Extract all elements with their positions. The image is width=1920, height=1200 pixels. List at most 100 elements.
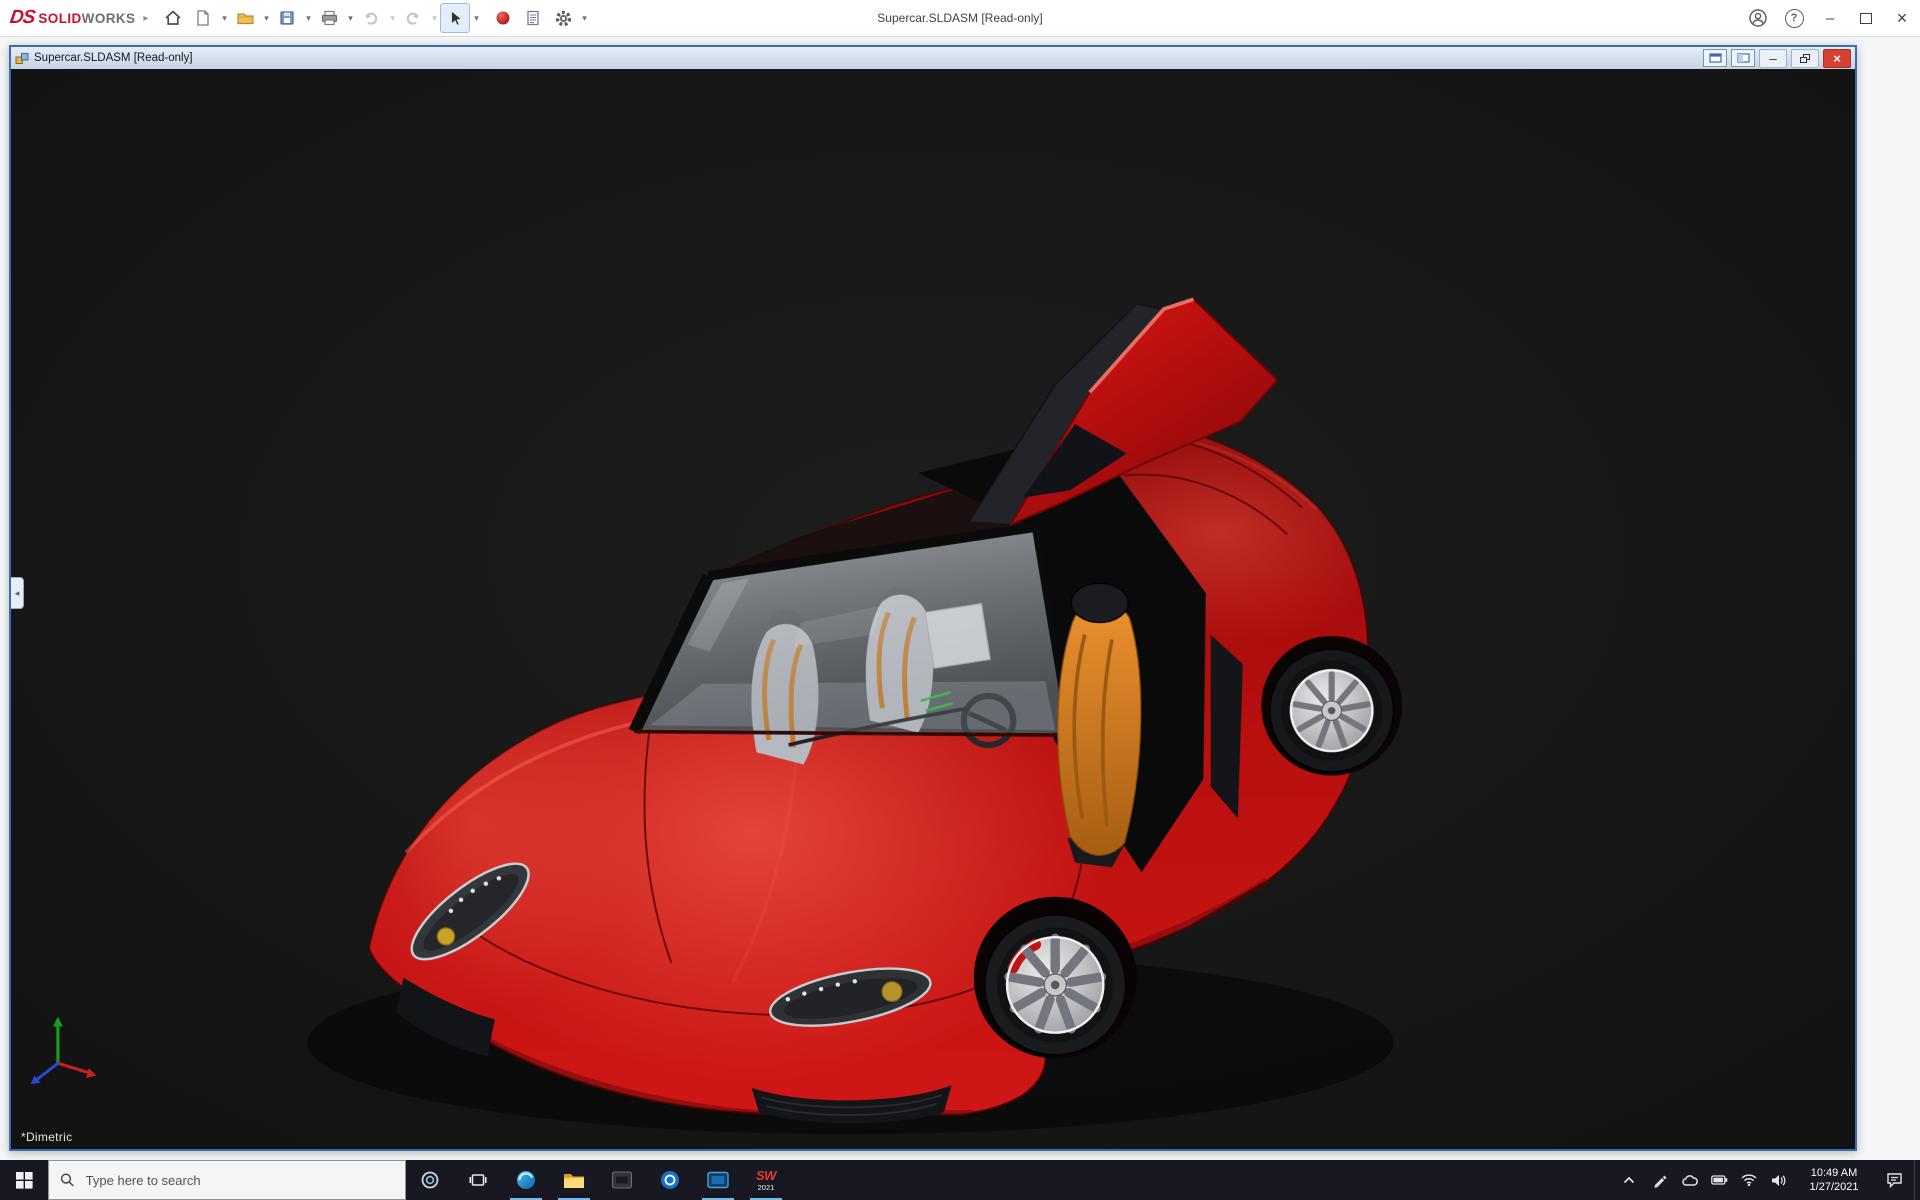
tray-network-button[interactable]	[1734, 1160, 1764, 1200]
window-title: Supercar.SLDASM [Read-only]	[877, 11, 1042, 25]
save-icon	[278, 9, 296, 27]
save-button[interactable]	[272, 3, 302, 33]
minimize-button[interactable]: –	[1812, 0, 1848, 36]
doc-close-button[interactable]: ×	[1823, 49, 1851, 68]
account-icon	[1748, 8, 1768, 28]
front-wheel	[974, 897, 1137, 1059]
blue-screen-app-button[interactable]	[694, 1160, 742, 1200]
red-sphere-button[interactable]	[488, 3, 518, 33]
pane-window-split-icon	[1737, 53, 1750, 63]
print-caret-icon[interactable]: ▾	[344, 13, 356, 24]
select-cursor-icon	[446, 9, 464, 27]
battery-icon	[1711, 1175, 1728, 1185]
tray-pen-button[interactable]	[1644, 1160, 1674, 1200]
cortana-button[interactable]	[406, 1160, 454, 1200]
mdi-area: Supercar.SLDASM [Read-only] – ×	[0, 36, 1920, 1160]
assembly-document-icon	[15, 52, 29, 65]
document-titlebar[interactable]: Supercar.SLDASM [Read-only] – ×	[11, 47, 1855, 69]
graphics-viewport[interactable]: *Dimetric ◂	[11, 69, 1855, 1149]
windows-logo-icon	[16, 1172, 33, 1189]
dark-app-button[interactable]	[598, 1160, 646, 1200]
doc-restore-button[interactable]	[1791, 49, 1819, 68]
solidworks-application: DS SOLID WORKS ▸ ▾ ▾ ▾	[0, 0, 1920, 1200]
maximize-button[interactable]	[1848, 0, 1884, 36]
print-icon	[320, 9, 339, 27]
new-document-caret-icon[interactable]: ▾	[218, 13, 230, 24]
file-properties-icon	[524, 9, 542, 27]
file-properties-button[interactable]	[518, 3, 548, 33]
account-button[interactable]	[1740, 0, 1776, 36]
doc-pane-button-1[interactable]	[1703, 49, 1727, 67]
tray-overflow-button[interactable]	[1614, 1160, 1644, 1200]
solidworks-logo: DS SOLID WORKS	[10, 7, 135, 29]
home-button[interactable]	[158, 3, 188, 33]
system-tray: 10:49 AM 1/27/2021	[1614, 1160, 1920, 1200]
show-desktop-button[interactable]	[1914, 1160, 1920, 1200]
blue-screen-app-icon	[707, 1171, 729, 1189]
redo-button[interactable]	[398, 3, 428, 33]
blue-circle-app-icon	[659, 1169, 681, 1191]
doc-pane-button-2[interactable]	[1731, 49, 1755, 67]
collapse-panel-tab[interactable]: ◂	[11, 577, 24, 609]
menu-flyout-icon[interactable]: ▸	[143, 13, 148, 24]
gear-icon	[554, 9, 573, 28]
tray-volume-button[interactable]	[1764, 1160, 1794, 1200]
new-document-button[interactable]	[188, 3, 218, 33]
open-caret-icon[interactable]: ▾	[260, 13, 272, 24]
undo-icon	[362, 9, 380, 27]
select-caret-icon[interactable]: ▾	[470, 13, 482, 24]
clock-date: 1/27/2021	[1794, 1180, 1874, 1194]
start-button[interactable]	[0, 1160, 48, 1200]
quarter-glass	[1211, 635, 1243, 819]
save-caret-icon[interactable]: ▾	[302, 13, 314, 24]
new-document-icon	[194, 9, 212, 27]
help-button[interactable]: ?	[1776, 0, 1812, 36]
undo-button[interactable]	[356, 3, 386, 33]
collapse-left-icon: ◂	[15, 588, 20, 599]
task-view-button[interactable]	[454, 1160, 502, 1200]
open-folder-icon	[236, 9, 255, 27]
file-explorer-icon	[563, 1171, 585, 1190]
tray-battery-button[interactable]	[1704, 1160, 1734, 1200]
3d-model-canvas[interactable]	[11, 69, 1855, 1149]
search-input[interactable]	[84, 1172, 394, 1189]
taskbar-clock[interactable]: 10:49 AM 1/27/2021	[1794, 1166, 1874, 1194]
ds-logo-mark: DS	[8, 7, 35, 29]
volume-icon	[1771, 1174, 1787, 1187]
search-icon	[60, 1172, 75, 1188]
print-button[interactable]	[314, 3, 344, 33]
options-button[interactable]	[548, 3, 578, 33]
home-icon	[164, 9, 182, 27]
tray-onedrive-button[interactable]	[1674, 1160, 1704, 1200]
action-center-button[interactable]	[1874, 1160, 1914, 1200]
select-tool-button[interactable]	[440, 3, 470, 33]
rear-wheel	[1261, 636, 1402, 776]
solidworks-2021-icon: SW 2021	[756, 1169, 776, 1192]
blue-app-button[interactable]	[646, 1160, 694, 1200]
redo-caret-icon: ▾	[428, 13, 440, 24]
windows-taskbar: SW 2021 10:49 AM	[0, 1160, 1920, 1200]
clock-time: 10:49 AM	[1794, 1166, 1874, 1180]
logo-text-solid: SOLID	[38, 11, 81, 26]
redo-icon	[404, 9, 422, 27]
open-button[interactable]	[230, 3, 260, 33]
cortana-icon	[420, 1170, 440, 1190]
document-title: Supercar.SLDASM [Read-only]	[34, 52, 193, 64]
red-sphere-icon	[495, 10, 511, 26]
doc-minimize-button[interactable]: –	[1759, 49, 1787, 68]
edge-icon	[515, 1169, 537, 1191]
taskbar-search[interactable]	[48, 1160, 406, 1200]
document-window: Supercar.SLDASM [Read-only] – ×	[9, 45, 1857, 1151]
solidworks-2021-button[interactable]: SW 2021	[742, 1160, 790, 1200]
app-titlebar: DS SOLID WORKS ▸ ▾ ▾ ▾	[0, 0, 1920, 37]
task-view-icon	[469, 1172, 487, 1188]
help-icon: ?	[1785, 9, 1804, 28]
chevron-up-icon	[1623, 1176, 1635, 1184]
maximize-icon	[1860, 13, 1872, 24]
options-caret-icon[interactable]: ▾	[578, 13, 590, 24]
action-center-icon	[1886, 1172, 1903, 1188]
close-button[interactable]: ×	[1884, 0, 1920, 36]
edge-button[interactable]	[502, 1160, 550, 1200]
file-explorer-button[interactable]	[550, 1160, 598, 1200]
ink-pen-icon	[1652, 1173, 1667, 1188]
